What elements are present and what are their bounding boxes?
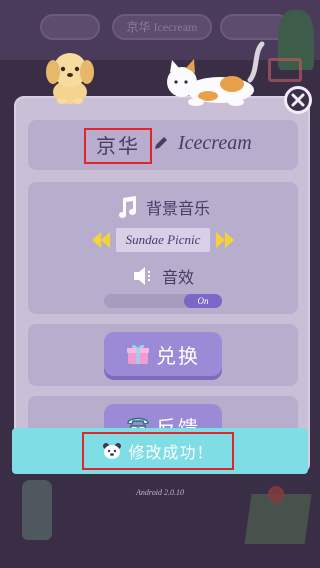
- background-name-chip: 京华 Icecream: [112, 14, 212, 40]
- redeem-button[interactable]: 兑换: [104, 332, 222, 376]
- dog-icon: [46, 53, 94, 104]
- redeem-section: 兑换: [28, 324, 298, 386]
- cat-icon: [167, 41, 265, 106]
- player-name-value: Icecream: [178, 132, 252, 154]
- sfx-label: 音效: [161, 268, 194, 287]
- toast-banner: 修改成功！: [12, 428, 308, 474]
- close-button[interactable]: [284, 86, 312, 114]
- arrow-right-icon[interactable]: [214, 230, 236, 250]
- gift-icon: [127, 344, 149, 364]
- bear-icon: [103, 443, 122, 459]
- music-row: 背景音乐: [28, 194, 298, 220]
- sfx-row: 音效: [28, 264, 298, 288]
- player-name[interactable]: 京华: [84, 128, 152, 164]
- background-chip: [40, 14, 100, 40]
- track-name: Sundae Picnic: [116, 228, 210, 252]
- close-icon: [291, 93, 305, 107]
- toast-text: 修改成功！: [128, 443, 214, 462]
- sfx-toggle[interactable]: On: [104, 294, 222, 308]
- redeem-label: 兑换: [156, 343, 200, 368]
- pencil-icon[interactable]: [154, 136, 168, 150]
- music-label: 背景音乐: [145, 199, 210, 218]
- name-section: 京华 Icecream: [28, 120, 298, 170]
- music-note-icon: [118, 196, 136, 218]
- cart-icon: [268, 58, 302, 82]
- speaker-icon: [133, 267, 150, 285]
- audio-section: 背景音乐 Sundae Picnic 音效 On: [28, 182, 298, 314]
- settings-panel: 京华 Icecream 背景音乐 Sundae Picnic 音效 On 兑换: [14, 96, 310, 474]
- toast-message-box: 修改成功！: [82, 432, 234, 470]
- track-selector: Sundae Picnic: [90, 228, 236, 252]
- sfx-toggle-state: On: [184, 294, 222, 308]
- arrow-left-icon[interactable]: [90, 230, 112, 250]
- version-label: Android 2.0.10: [136, 488, 184, 497]
